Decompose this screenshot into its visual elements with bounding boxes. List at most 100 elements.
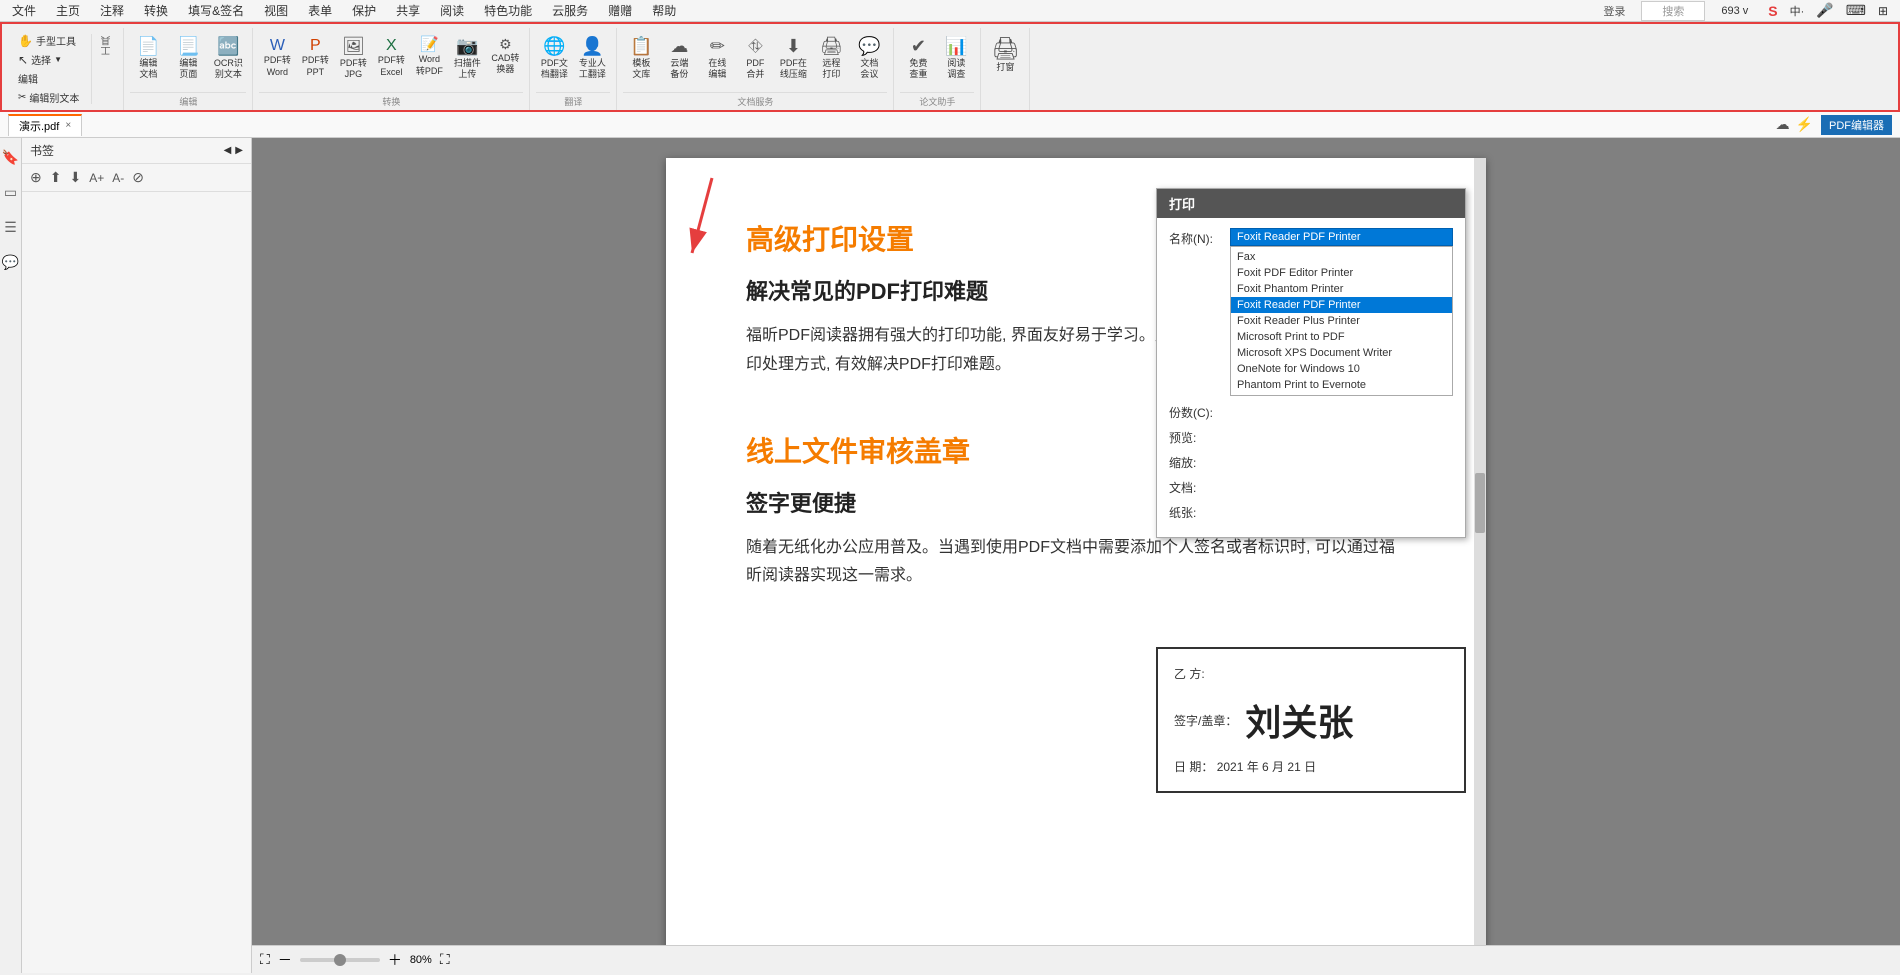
sidebar-nav-prev[interactable]: ◀ xyxy=(224,145,232,156)
bookmark-up-icon[interactable]: ⬆ xyxy=(48,168,64,187)
menu-sign[interactable]: 填写&签名 xyxy=(184,0,248,21)
menu-bar: 文件 主页 注释 转换 填写&签名 视图 表单 保护 共享 阅读 特色功能 云服… xyxy=(0,0,1900,22)
zoom-value: 80% xyxy=(410,954,432,966)
ribbon: ✋ 手型工具 ↖ 选择 ▼ 编辑 ✂ 编辑别文本 工具 xyxy=(0,22,1900,112)
online-edit-btn[interactable]: ✏ 在线编辑 xyxy=(699,34,735,83)
pdf-to-word-btn[interactable]: W PDF转Word xyxy=(259,34,295,81)
tab-demo-pdf[interactable]: 演示.pdf × xyxy=(8,114,82,136)
fullscreen-btn[interactable]: ⛶ xyxy=(440,951,450,968)
menu-convert[interactable]: 转换 xyxy=(140,0,172,21)
select-tool-btn[interactable]: ↖ 选择 ▼ xyxy=(14,51,83,68)
ribbon-group-convert: W PDF转Word P PDF转PPT 🖼 PDF转JPG X PDF转Exc… xyxy=(253,28,530,110)
sig-name-label: 签字/盖章： xyxy=(1174,712,1237,729)
remote-print-btn[interactable]: 🖨 远程打印 xyxy=(813,34,849,83)
doc-meeting-btn[interactable]: 💬 文档会议 xyxy=(851,34,887,83)
printer-ms-pdf[interactable]: Microsoft Print to PDF xyxy=(1231,329,1452,345)
pdf-to-ppt-btn[interactable]: P PDF转PPT xyxy=(297,34,333,81)
printer-foxit-reader-plus[interactable]: Foxit Reader Plus Printer xyxy=(1231,313,1452,329)
printer-phantom-evernote[interactable]: Phantom Print to Evernote xyxy=(1231,377,1452,393)
search-box-area[interactable]: 搜索 xyxy=(1641,1,1705,21)
word-to-pdf-btn[interactable]: 📝 Word转PDF xyxy=(411,34,447,79)
menu-protect[interactable]: 保护 xyxy=(348,0,380,21)
ribbon-group-docservice: 📋 模板文库 ☁ 云端备份 ✏ 在线编辑 ⛗ PDF合并 ⬇ PDF在线压 xyxy=(617,28,894,110)
printer-foxit-reader[interactable]: Foxit Reader PDF Printer xyxy=(1231,297,1452,313)
login-btn[interactable]: 登录 xyxy=(1599,1,1629,21)
keyboard-icon[interactable]: ⌨ xyxy=(1842,0,1870,21)
printer-onenote[interactable]: OneNote for Windows 10 xyxy=(1231,361,1452,377)
hand-icon: ✋ xyxy=(18,34,33,48)
pdf-translate-btn[interactable]: 🌐 PDF文档翻译 xyxy=(536,34,572,83)
sidebar: 书签 ◀ ▶ ⊕ ⬆ ⬇ A+ A- ⊘ xyxy=(22,138,252,973)
print-name-label: 名称(N): xyxy=(1169,228,1224,247)
menu-view[interactable]: 视图 xyxy=(260,0,292,21)
menu-special[interactable]: 特色功能 xyxy=(480,0,536,21)
edit-text-btn[interactable]: ✂ 编辑别文本 xyxy=(14,89,83,106)
sidebar-nav-next[interactable]: ▶ xyxy=(235,145,243,156)
bottom-bar: ⛶ － ＋ 80% ⛶ xyxy=(252,945,1900,973)
ocr-icon: 🔤 xyxy=(217,36,239,58)
cursor-icon: ↖ xyxy=(18,53,28,67)
zoom-plus-btn[interactable]: ＋ xyxy=(388,950,402,970)
font-increase-icon[interactable]: A+ xyxy=(87,170,106,186)
print-printer-dropdown[interactable]: Fax Foxit PDF Editor Printer Foxit Phant… xyxy=(1230,246,1453,396)
zoom-minus-btn[interactable]: － xyxy=(278,950,292,970)
menu-comment[interactable]: 注释 xyxy=(96,0,128,21)
menu-help[interactable]: 帮助 xyxy=(648,0,680,21)
bookmark-delete-icon[interactable]: ⊘ xyxy=(130,168,146,187)
bookmark-add-icon[interactable]: ⊕ xyxy=(28,168,44,187)
cloud-backup-btn[interactable]: ☁ 云端备份 xyxy=(661,34,697,83)
grid-icon[interactable]: ⊞ xyxy=(1874,2,1892,20)
zoom-label: 693 v xyxy=(1717,3,1752,19)
print-btn[interactable]: 🖨 打窗 xyxy=(987,34,1023,76)
reading-survey-btn[interactable]: 📊 阅读调查 xyxy=(938,34,974,83)
pdf-to-jpg-btn[interactable]: 🖼 PDF转JPG xyxy=(335,34,371,83)
scrollbar-thumb[interactable] xyxy=(1475,473,1485,533)
layers-icon[interactable]: ▭ xyxy=(1,181,20,204)
edit-pages-btn[interactable]: 编辑 xyxy=(14,70,83,87)
menu-file[interactable]: 文件 xyxy=(8,0,40,21)
tab-close-btn[interactable]: × xyxy=(65,120,71,131)
free-check-btn[interactable]: ✔ 免费查重 xyxy=(900,34,936,83)
print-name-selected[interactable]: Foxit Reader PDF Printer xyxy=(1230,228,1453,246)
pages-icon[interactable]: ☰ xyxy=(1,216,20,239)
comments-icon[interactable]: 💬 xyxy=(0,251,22,274)
pdf-compress-btn[interactable]: ⬇ PDF在线压缩 xyxy=(775,34,811,83)
mic-icon[interactable]: 🎤 xyxy=(1812,0,1837,21)
scan-upload-btn[interactable]: 📷 扫描件上传 xyxy=(449,34,485,83)
menu-gift[interactable]: 赠赠 xyxy=(604,0,636,21)
vertical-scrollbar[interactable] xyxy=(1474,158,1486,945)
printer-foxit-editor[interactable]: Foxit PDF Editor Printer xyxy=(1231,265,1452,281)
check-icon: ✔ xyxy=(911,36,926,58)
printer-ms-xps[interactable]: Microsoft XPS Document Writer xyxy=(1231,345,1452,361)
menu-read[interactable]: 阅读 xyxy=(436,0,468,21)
bookmark-down-icon[interactable]: ⬇ xyxy=(67,168,83,187)
menu-home[interactable]: 主页 xyxy=(52,0,84,21)
printer-foxit-phantom[interactable]: Foxit Phantom Printer xyxy=(1231,281,1452,297)
font-decrease-icon[interactable]: A- xyxy=(110,170,126,186)
pro-translate-icon: 👤 xyxy=(581,36,603,58)
red-arrow xyxy=(632,158,752,278)
printer-fax[interactable]: Fax xyxy=(1231,249,1452,265)
edit-doc-btn[interactable]: 📄 编辑文档 xyxy=(130,34,166,83)
menu-form[interactable]: 表单 xyxy=(304,0,336,21)
menu-cloud[interactable]: 云服务 xyxy=(548,0,592,21)
menu-share[interactable]: 共享 xyxy=(392,0,424,21)
cad-converter-btn[interactable]: ⚙ CAD转换器 xyxy=(487,34,523,78)
pro-translate-btn[interactable]: 👤 专业人工翻译 xyxy=(574,34,610,83)
pdf-editor-btn[interactable]: PDF编辑器 xyxy=(1821,115,1892,135)
fit-page-btn[interactable]: ⛶ xyxy=(260,951,270,968)
ocr-btn[interactable]: 🔤 OCR识别文本 xyxy=(210,34,246,83)
template-btn[interactable]: 📋 模板文库 xyxy=(623,34,659,83)
sig-date-label: 日 期： xyxy=(1174,760,1213,774)
zoom-slider[interactable] xyxy=(300,958,380,962)
bookmark-icon[interactable]: 🔖 xyxy=(0,146,22,169)
sidebar-toolbar: ⊕ ⬆ ⬇ A+ A- ⊘ xyxy=(22,164,251,192)
online-edit-icon: ✏ xyxy=(710,36,725,58)
translate-icon: 🌐 xyxy=(543,36,565,58)
pdf-to-excel-btn[interactable]: X PDF转Excel xyxy=(373,34,409,81)
hand-tool-btn[interactable]: ✋ 手型工具 xyxy=(14,32,83,49)
ribbon-group-edit: 📄 编辑文档 📃 编辑页面 🔤 OCR识别文本 编辑 xyxy=(124,28,253,110)
pdf-merge-btn[interactable]: ⛗ PDF合并 xyxy=(737,34,773,83)
ribbon-group-print: 🖨 打窗 xyxy=(981,28,1030,110)
edit-page-btn[interactable]: 📃 编辑页面 xyxy=(170,34,206,83)
